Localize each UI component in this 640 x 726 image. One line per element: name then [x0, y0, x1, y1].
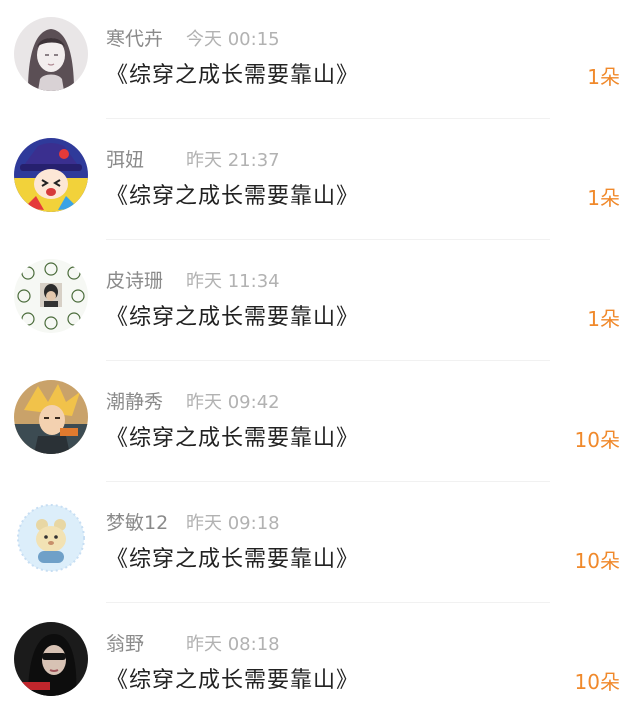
avatar-girl-sketch-icon: [14, 17, 88, 91]
list-item[interactable]: 皮诗珊 昨天 11:34 《综穿之成长需要靠山》 1朵: [0, 242, 640, 363]
avatar[interactable]: [14, 17, 88, 91]
avatar-meme-grid-icon: [14, 259, 88, 333]
list-item[interactable]: 潮静秀 昨天 09:42 《综穿之成长需要靠山》 10朵: [0, 363, 640, 484]
gift-amount: 1朵: [587, 186, 620, 210]
sender-name: 弭妞: [106, 149, 145, 171]
book-title[interactable]: 《综穿之成长需要靠山》: [106, 544, 359, 576]
avatar-anime-boy-icon: [14, 380, 88, 454]
sender-name: 翁野: [106, 633, 145, 655]
gift-record-list: 寒代卉 今天 00:15 《综穿之成长需要靠山》 1朵 弭妞 昨天 21:37 …: [0, 0, 640, 726]
gift-amount: 10朵: [574, 670, 620, 694]
gift-amount: 1朵: [587, 307, 620, 331]
list-item[interactable]: 弭妞 昨天 21:37 《综穿之成长需要靠山》 1朵: [0, 121, 640, 242]
divider: [106, 239, 550, 240]
avatar-cartoon-witch-icon: [14, 138, 88, 212]
send-time: 昨天 09:42: [186, 392, 280, 413]
book-title[interactable]: 《综穿之成长需要靠山》: [106, 665, 359, 697]
avatar[interactable]: [14, 501, 88, 575]
send-time: 昨天 09:18: [186, 513, 280, 534]
avatar[interactable]: [14, 259, 88, 333]
divider: [106, 360, 550, 361]
sender-name: 潮静秀: [106, 391, 164, 413]
book-title[interactable]: 《综穿之成长需要靠山》: [106, 181, 359, 213]
divider: [106, 118, 550, 119]
sender-name: 梦敏12: [106, 512, 169, 534]
gift-amount: 10朵: [574, 428, 620, 452]
send-time: 昨天 08:18: [186, 634, 280, 655]
book-title[interactable]: 《综穿之成长需要靠山》: [106, 302, 359, 334]
avatar[interactable]: [14, 622, 88, 696]
gift-amount: 10朵: [574, 549, 620, 573]
gift-amount: 1朵: [587, 65, 620, 89]
avatar-dark-portrait-icon: [14, 622, 88, 696]
list-item[interactable]: 翁野 昨天 08:18 《综穿之成长需要靠山》 10朵: [0, 605, 640, 726]
book-title[interactable]: 《综穿之成长需要靠山》: [106, 60, 359, 92]
book-title[interactable]: 《综穿之成长需要靠山》: [106, 423, 359, 455]
send-time: 昨天 11:34: [186, 271, 280, 292]
send-time: 今天 00:15: [186, 29, 280, 50]
avatar-cartoon-bear-icon: [14, 501, 88, 575]
avatar[interactable]: [14, 138, 88, 212]
sender-name: 寒代卉: [106, 28, 164, 50]
send-time: 昨天 21:37: [186, 150, 280, 171]
divider: [106, 602, 550, 603]
divider: [106, 481, 550, 482]
list-item[interactable]: 梦敏12 昨天 09:18 《综穿之成长需要靠山》 10朵: [0, 484, 640, 605]
sender-name: 皮诗珊: [106, 270, 164, 292]
avatar[interactable]: [14, 380, 88, 454]
list-item[interactable]: 寒代卉 今天 00:15 《综穿之成长需要靠山》 1朵: [0, 0, 640, 121]
